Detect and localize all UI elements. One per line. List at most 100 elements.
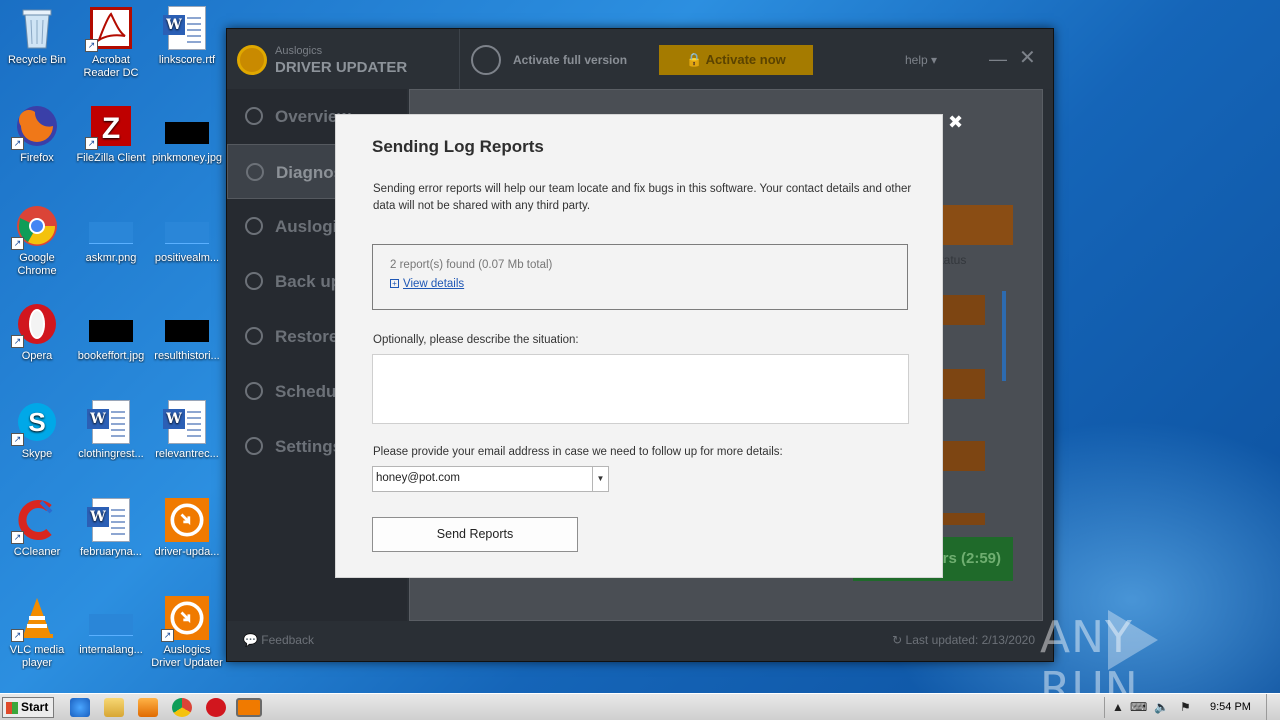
desktop-icon-linkscore[interactable]: W linkscore.rtf	[150, 6, 224, 67]
auslogics-icon: ↗	[161, 596, 209, 642]
shortcut-arrow-icon: ↗	[11, 335, 24, 348]
chevron-down-icon[interactable]: ▼	[592, 467, 608, 491]
overview-icon	[245, 107, 263, 125]
chevron-up-icon[interactable]: ▲	[1112, 700, 1124, 714]
search-icon	[246, 163, 264, 181]
shortcut-arrow-icon: ↗	[11, 433, 24, 446]
desktop-icon-positivealm[interactable]: positivealm...	[150, 204, 224, 265]
desktop-icon-internalang[interactable]: internalang...	[74, 596, 148, 657]
windows-logo-icon	[6, 702, 18, 714]
clock-icon	[245, 272, 263, 290]
auslogics-logo-icon	[237, 45, 267, 75]
start-button[interactable]: Start	[2, 697, 54, 718]
send-reports-button[interactable]: Send Reports	[372, 517, 578, 552]
desktop-icon-label: Acrobat Reader DC	[83, 54, 139, 79]
svg-text:Z: Z	[102, 112, 120, 145]
desktop-icon-chrome[interactable]: ↗ Google Chrome	[0, 204, 74, 278]
shortcut-arrow-icon: ↗	[11, 531, 24, 544]
image-file-icon	[89, 204, 133, 248]
desktop-icon-vlc[interactable]: ↗ VLC media player	[0, 596, 74, 670]
close-window-icon[interactable]: ✕	[1019, 45, 1036, 70]
clock[interactable]: 9:54 PM	[1210, 701, 1251, 713]
desktop-icon-bookeffort[interactable]: bookeffort.jpg	[74, 302, 148, 363]
desktop-icon-label: Skype	[21, 448, 53, 460]
sending-log-reports-dialog: Sending Log Reports Sending error report…	[335, 114, 943, 578]
desktop-icon-acrobat[interactable]: ↗ Acrobat Reader DC	[74, 6, 148, 80]
shortcut-arrow-icon: ↗	[161, 629, 174, 642]
image-file-icon	[89, 596, 133, 640]
speaker-icon[interactable]: 🔈	[1154, 700, 1169, 714]
word-document-icon: W	[163, 6, 209, 50]
desktop-icon-label: Google Chrome	[17, 252, 57, 277]
update-badge[interactable]	[939, 295, 985, 325]
desktop-icon-label: CCleaner	[13, 546, 61, 558]
media-player-icon[interactable]	[138, 698, 158, 717]
feedback-label: Feedback	[261, 633, 314, 647]
desktop-icon-label: Auslogics Driver Updater	[151, 644, 223, 669]
word-document-icon: W	[87, 498, 133, 542]
email-value: honey@pot.com	[376, 472, 460, 484]
desktop-icon-label: februaryna...	[80, 546, 142, 558]
desktop-icon-filezilla[interactable]: Z ↗ FileZilla Client	[74, 104, 148, 165]
desktop-icon-februaryna[interactable]: W februaryna...	[74, 498, 148, 559]
describe-situation-input[interactable]	[372, 354, 909, 424]
desktop-icon-label: Recycle Bin	[7, 54, 67, 66]
tray-separator	[1104, 697, 1105, 718]
firefox-icon: ↗	[11, 104, 59, 150]
auslogics-taskbar-icon[interactable]	[236, 698, 262, 717]
image-file-icon	[165, 104, 209, 148]
desktop-icon-label: relevantrec...	[155, 448, 219, 460]
gear-icon	[245, 437, 263, 455]
activate-now-button[interactable]: 🔒 Activate now	[659, 45, 813, 75]
close-dialog-icon[interactable]: ✖	[948, 112, 963, 133]
desktop-icon-recycle-bin[interactable]: Recycle Bin	[0, 6, 74, 67]
show-desktop-button[interactable]	[1266, 694, 1280, 720]
word-document-icon: W	[87, 400, 133, 444]
update-badge[interactable]	[939, 369, 985, 399]
expand-icon: +	[390, 279, 399, 289]
activate-full-version-text: Activate full version	[513, 53, 628, 67]
vlc-icon: ↗	[11, 596, 59, 642]
desktop-icon-auslogics[interactable]: ↗ Auslogics Driver Updater	[150, 596, 224, 670]
keyboard-icon[interactable]: ⌨	[1130, 700, 1147, 714]
desktop-icon-resulthistori[interactable]: resulthistori...	[150, 302, 224, 363]
shortcut-arrow-icon: ↗	[11, 237, 24, 250]
chrome-icon[interactable]	[172, 698, 192, 717]
update-badge[interactable]	[939, 513, 985, 525]
feedback-link[interactable]: 💬 Feedback	[243, 633, 314, 647]
email-combobox[interactable]: honey@pot.com ▼	[372, 466, 609, 492]
desktop-icon-firefox[interactable]: ↗ Firefox	[0, 104, 74, 165]
desktop-icon-opera[interactable]: ↗ Opera	[0, 302, 74, 363]
scrollbar[interactable]	[1002, 291, 1006, 381]
desktop-icon-ccleaner[interactable]: ↗ CCleaner	[0, 498, 74, 559]
desktop-icon-label: internalang...	[79, 644, 143, 656]
start-label: Start	[21, 700, 49, 714]
desktop-icon-skype[interactable]: S ↗ Skype	[0, 400, 74, 461]
file-explorer-icon[interactable]	[104, 698, 124, 717]
image-file-icon	[89, 302, 133, 346]
search-icon	[471, 45, 501, 75]
desktop-icon-askmr[interactable]: askmr.png	[74, 204, 148, 265]
desktop-icon-driver-upda[interactable]: driver-upda...	[150, 498, 224, 559]
internet-explorer-icon[interactable]	[70, 698, 90, 717]
title-divider	[459, 29, 460, 89]
view-details-link[interactable]: + View details	[390, 278, 464, 290]
shortcut-arrow-icon: ↗	[85, 137, 98, 150]
desktop-icon-clothingrest[interactable]: W clothingrest...	[74, 400, 148, 461]
help-menu[interactable]: help ▾	[905, 53, 937, 67]
report-summary-box: 2 report(s) found (0.07 Mb total) + View …	[372, 244, 908, 310]
flag-icon[interactable]: ⚑	[1180, 700, 1191, 714]
update-badge[interactable]	[939, 441, 985, 471]
help-label: help	[905, 53, 928, 67]
last-updated-label: Last updated: 2/13/2020	[905, 633, 1035, 647]
describe-situation-label: Optionally, please describe the situatio…	[373, 334, 579, 346]
activate-now-label: Activate now	[705, 52, 786, 67]
desktop-icon-pinkmoney[interactable]: pinkmoney.jpg	[150, 104, 224, 165]
desktop-icon-label: positivealm...	[154, 252, 220, 264]
dialog-description: Sending error reports will help our team…	[373, 183, 912, 212]
svg-text:S: S	[28, 407, 45, 437]
opera-icon[interactable]	[206, 698, 226, 717]
desktop-icon-relevantrec[interactable]: W relevantrec...	[150, 400, 224, 461]
minimize-icon[interactable]: —	[989, 49, 1007, 70]
nav-label: Settings	[275, 437, 343, 456]
